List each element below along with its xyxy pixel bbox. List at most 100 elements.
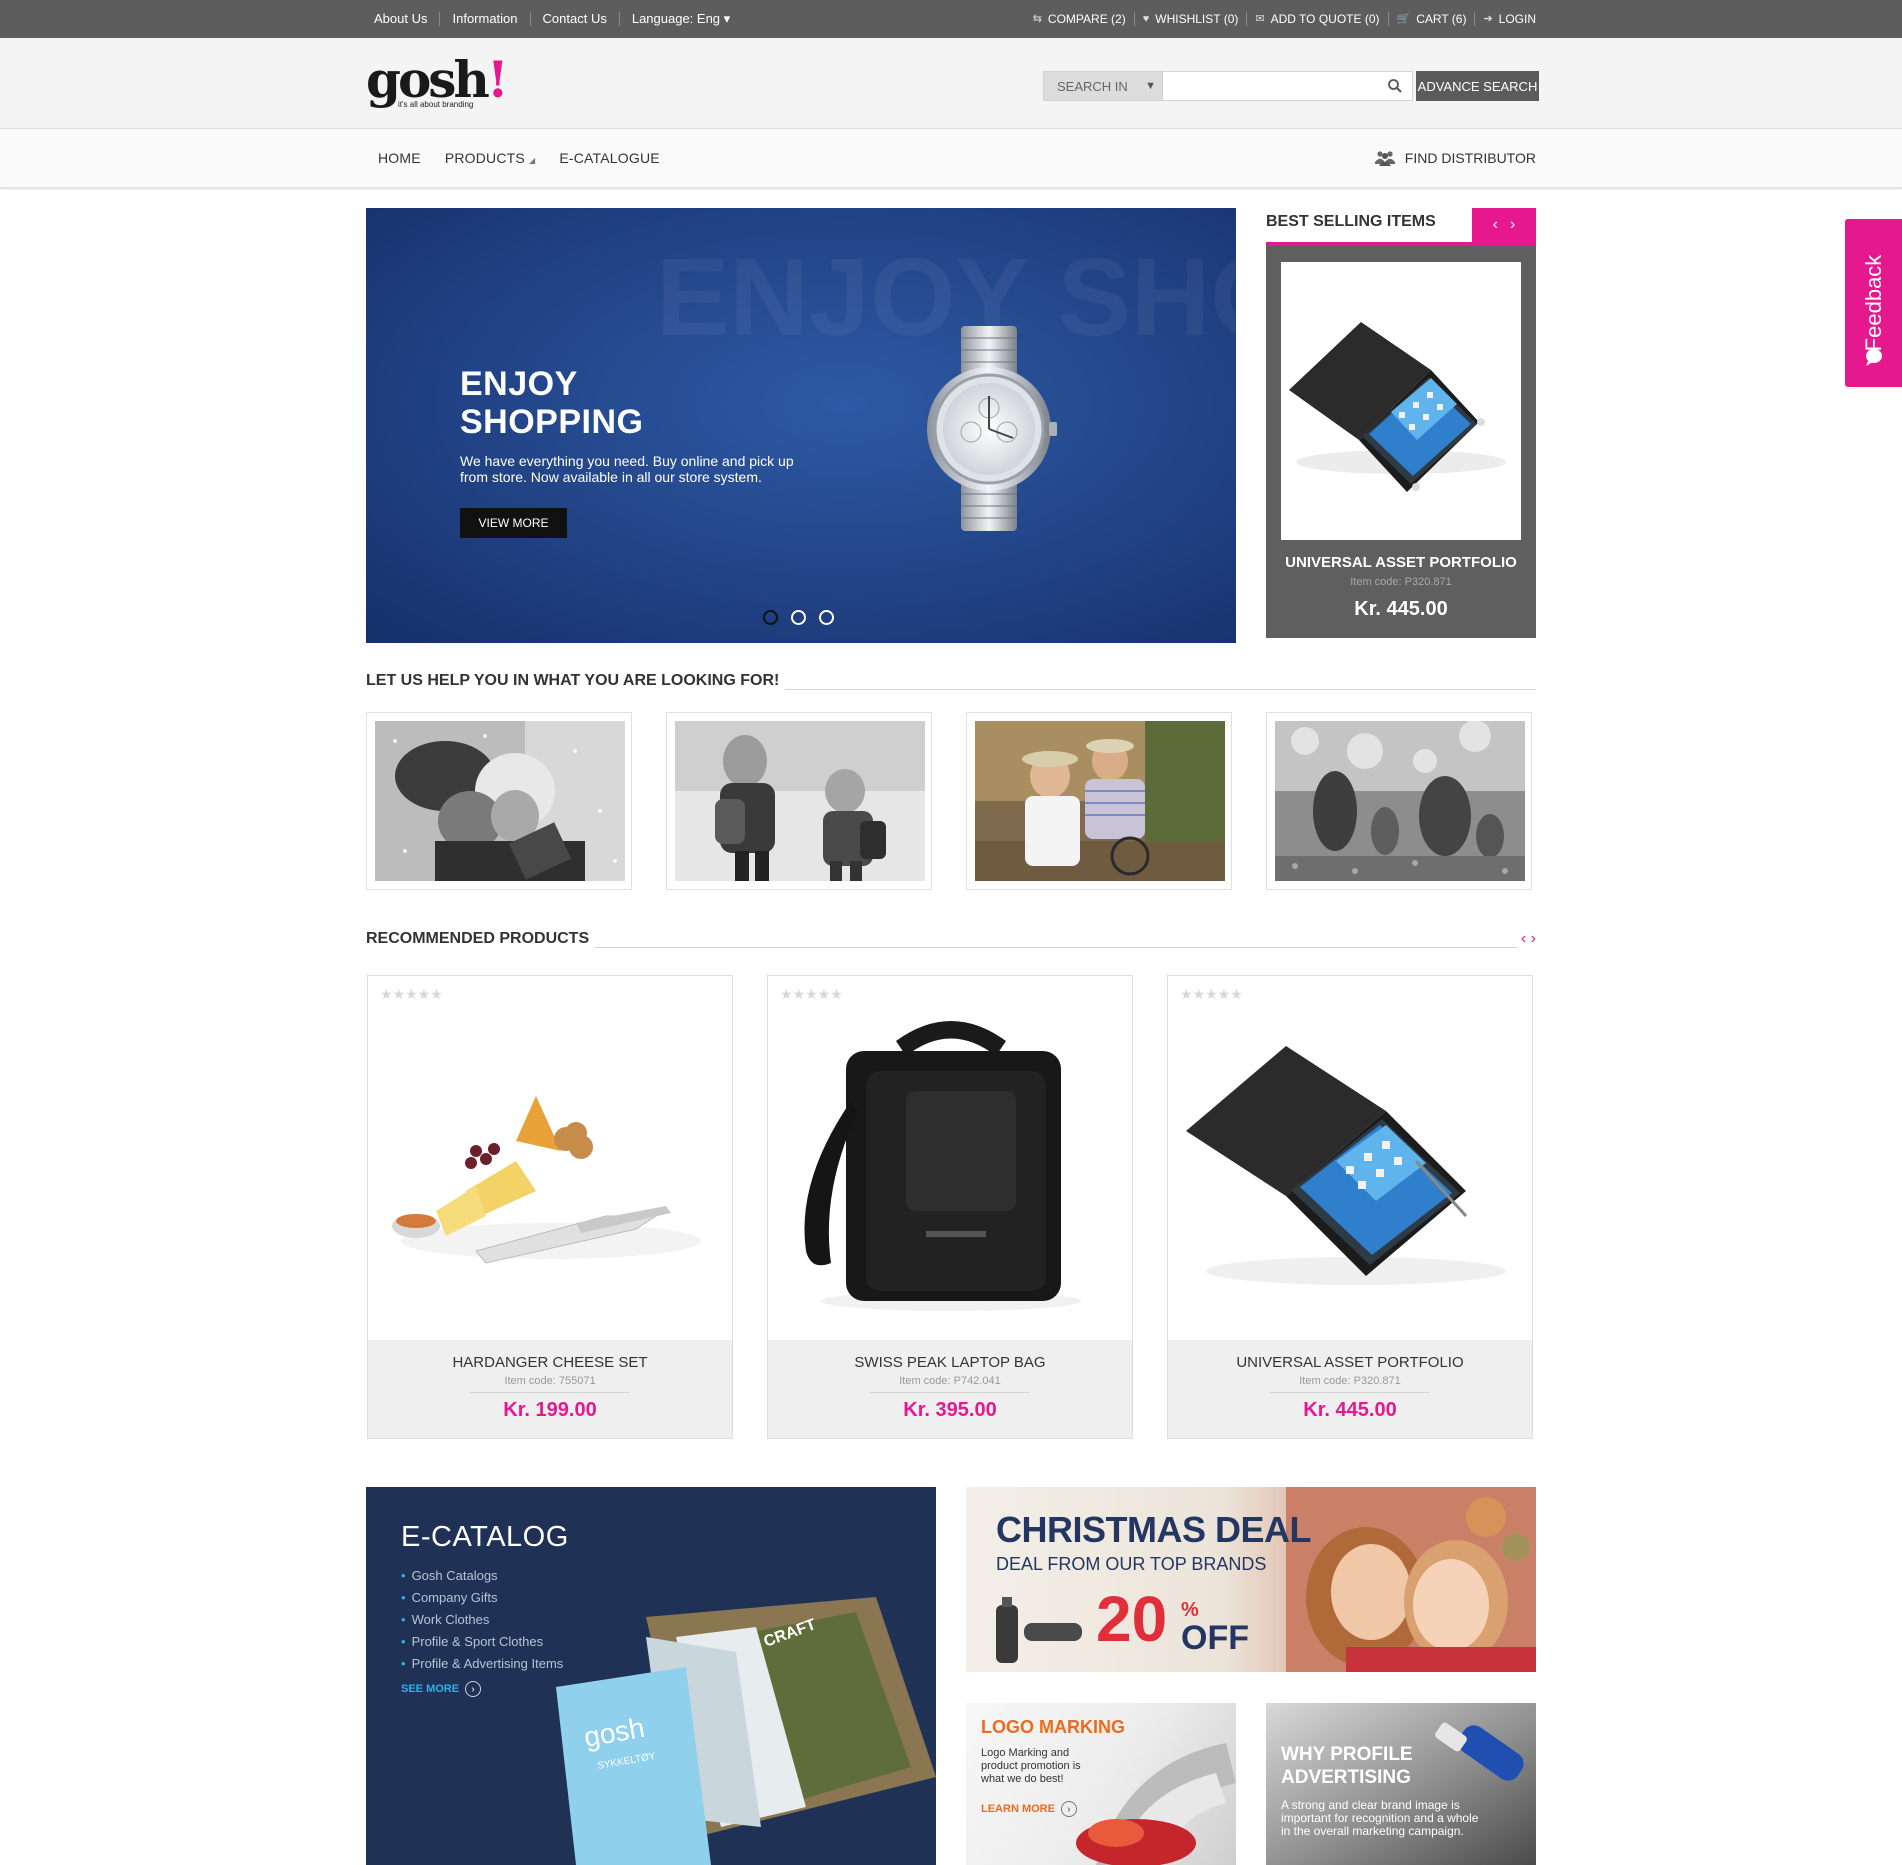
product-code: Item code: P742.041 xyxy=(899,1375,1001,1387)
mother-child-photo xyxy=(1286,1487,1536,1672)
product-code: Item code: P320.871 xyxy=(1299,1375,1401,1387)
see-more-link[interactable]: SEE MORE › xyxy=(401,1681,482,1697)
see-more-label: SEE MORE xyxy=(401,1683,460,1695)
category-tile-3[interactable] xyxy=(966,712,1232,890)
search-scope-dropdown[interactable]: SEARCH IN ▼ xyxy=(1043,71,1163,101)
quote-icon: ✉ xyxy=(1255,13,1265,25)
category-image-1 xyxy=(375,721,625,881)
category-image-2 xyxy=(675,721,925,881)
cart-icon: 🛒 xyxy=(1396,13,1411,25)
search-icon[interactable] xyxy=(1387,78,1403,94)
cart-label: CART (6) xyxy=(1416,12,1467,26)
watch-image xyxy=(927,326,1057,531)
top-utility-bar: About Us Information Contact Us Language… xyxy=(0,0,1902,38)
top-links: About Us Information Contact Us Language… xyxy=(374,0,742,38)
slider-dot-2[interactable] xyxy=(791,610,806,625)
about-us-link[interactable]: About Us xyxy=(374,12,439,26)
advance-search-button[interactable]: ADVANCE SEARCH xyxy=(1416,71,1539,101)
information-link[interactable]: Information xyxy=(439,12,529,26)
christmas-subtitle: DEAL FROM OUR TOP BRANDS xyxy=(996,1554,1267,1574)
find-distributor-label: FIND DISTRIBUTOR xyxy=(1404,150,1536,166)
why-profile-title-line2: ADVERTISING xyxy=(1281,1767,1411,1788)
e-catalog-banner[interactable]: E-CATALOG Gosh Catalogs Company Gifts Wo… xyxy=(366,1487,936,1865)
best-selling-price: Kr. 445.00 xyxy=(1354,598,1448,620)
contact-us-link[interactable]: Contact Us xyxy=(529,12,619,26)
site-header: gosh! it's all about branding SEARCH IN … xyxy=(0,38,1902,129)
best-selling-header: BEST SELLING ITEMS ‹ › xyxy=(1266,208,1536,246)
caret-down-icon: ▼ xyxy=(1145,80,1156,92)
product-card[interactable]: ★★★★★ SWISS PEAK LAPTOP BAG Item code: P… xyxy=(767,975,1133,1439)
why-profile-banner[interactable]: WHY PROFILE ADVERTISING A strong and clea… xyxy=(1266,1703,1536,1865)
view-more-button[interactable]: VIEW MORE xyxy=(460,508,567,538)
slider-dot-1[interactable] xyxy=(763,610,778,625)
couple-bikes-photo xyxy=(975,721,1225,881)
cart-link[interactable]: 🛒 CART (6) xyxy=(1387,12,1475,26)
logo-tagline: it's all about branding xyxy=(398,100,474,109)
why-profile-title: WHY PROFILE ADVERTISING xyxy=(1281,1743,1413,1789)
kids-school-photo xyxy=(675,721,925,881)
recommended-title: RECOMMENDED PRODUCTS xyxy=(366,930,596,948)
category-tile-1[interactable] xyxy=(366,712,632,890)
christmas-deal-banner[interactable]: CHRISTMAS DEAL DEAL FROM OUR TOP BRANDS … xyxy=(966,1487,1536,1672)
login-icon: ➔ xyxy=(1483,13,1493,25)
wishlist-link[interactable]: ♥ WHISHLIST (0) xyxy=(1133,12,1247,26)
product-code: Item code: 755071 xyxy=(504,1375,596,1387)
bottle-splash-image xyxy=(1076,1743,1236,1865)
product-price: Kr. 199.00 xyxy=(503,1399,597,1421)
chevron-right-icon[interactable]: › xyxy=(1531,930,1536,947)
best-selling-name[interactable]: UNIVERSAL ASSET PORTFOLIO xyxy=(1266,554,1536,571)
feedback-tab[interactable]: Feedback xyxy=(1845,219,1902,387)
bottles-image xyxy=(996,1597,1082,1663)
off-label: OFF xyxy=(1181,1619,1249,1657)
recommended-section-heading: RECOMMENDED PRODUCTS ‹ › xyxy=(366,930,1536,952)
family-autumn-photo xyxy=(1275,721,1525,881)
help-section-heading: LET US HELP YOU IN WHAT YOU ARE LOOKING … xyxy=(366,672,1536,694)
search-input[interactable] xyxy=(1163,72,1373,100)
nav-e-catalogue[interactable]: E-CATALOGUE xyxy=(559,150,659,166)
learn-more-link[interactable]: LEARN MORE › xyxy=(981,1801,1077,1817)
compare-icon: ⇆ xyxy=(1032,13,1042,25)
product-info: HARDANGER CHEESE SET Item code: 755071 K… xyxy=(368,1340,732,1438)
product-card[interactable]: ★★★★★ HARDANGER CHEESE SET Item code: 75… xyxy=(367,975,733,1439)
chevron-right-icon[interactable]: › xyxy=(1510,216,1515,234)
hero-title-line2: SHOPPING xyxy=(460,403,644,441)
logo-marking-banner[interactable]: LOGO MARKING Logo Marking and product pr… xyxy=(966,1703,1236,1865)
nav-products[interactable]: PRODUCTS ◢ xyxy=(445,150,536,166)
dropdown-indicator-icon: ◢ xyxy=(528,156,536,165)
product-image[interactable] xyxy=(1176,1001,1524,1331)
nav-home[interactable]: HOME xyxy=(378,150,421,166)
add-to-quote-link[interactable]: ✉ ADD TO QUOTE (0) xyxy=(1246,12,1387,26)
product-name[interactable]: SWISS PEAK LAPTOP BAG xyxy=(768,1354,1132,1371)
product-image[interactable] xyxy=(776,1001,1124,1331)
product-card[interactable]: ★★★★★ UNIVERSAL ASSET PORTFOLIO Item cod… xyxy=(1167,975,1533,1439)
users-icon xyxy=(1374,151,1395,166)
recommended-arrows: ‹ › xyxy=(1516,930,1536,948)
laptop-bag-image xyxy=(804,1021,1081,1311)
slider-dot-3[interactable] xyxy=(819,610,834,625)
category-tile-4[interactable] xyxy=(1266,712,1532,890)
category-tile-2[interactable] xyxy=(666,712,932,890)
account-links: ⇆ COMPARE (2) ♥ WHISHLIST (0) ✉ ADD TO QUOT… xyxy=(1025,0,1536,38)
search-scope-label: SEARCH IN xyxy=(1057,78,1128,94)
product-name[interactable]: HARDANGER CHEESE SET xyxy=(368,1354,732,1371)
chevron-left-icon[interactable]: ‹ xyxy=(1493,216,1498,234)
product-image[interactable] xyxy=(376,1001,724,1331)
gosh-logo[interactable]: gosh! it's all about branding xyxy=(366,55,509,110)
best-selling-panel: BEST SELLING ITEMS ‹ › UNIVERSAL ASSET P… xyxy=(1266,208,1536,638)
best-selling-image[interactable] xyxy=(1281,262,1521,540)
login-link[interactable]: ➔ LOGIN xyxy=(1474,12,1536,26)
category-image-3 xyxy=(975,721,1225,881)
product-name[interactable]: UNIVERSAL ASSET PORTFOLIO xyxy=(1168,1354,1532,1371)
best-selling-card[interactable]: UNIVERSAL ASSET PORTFOLIO Item code: P32… xyxy=(1266,246,1536,638)
learn-more-label: LEARN MORE xyxy=(981,1803,1055,1815)
why-profile-text: A strong and clear brand image is import… xyxy=(1281,1798,1479,1838)
price-divider xyxy=(1270,1392,1430,1393)
language-select[interactable]: Language: Eng ▾ xyxy=(618,12,742,26)
compare-link[interactable]: ⇆ COMPARE (2) xyxy=(1025,12,1134,26)
search-bar: SEARCH IN ▼ ADVANCE SEARCH xyxy=(1043,71,1539,101)
find-distributor-link[interactable]: FIND DISTRIBUTOR xyxy=(1374,129,1536,187)
nav-menu: HOME PRODUCTS ◢ E-CATALOGUE xyxy=(378,129,660,187)
category-image-4 xyxy=(1275,721,1525,881)
chevron-left-icon[interactable]: ‹ xyxy=(1521,930,1526,947)
couple-winter-photo xyxy=(375,721,625,881)
